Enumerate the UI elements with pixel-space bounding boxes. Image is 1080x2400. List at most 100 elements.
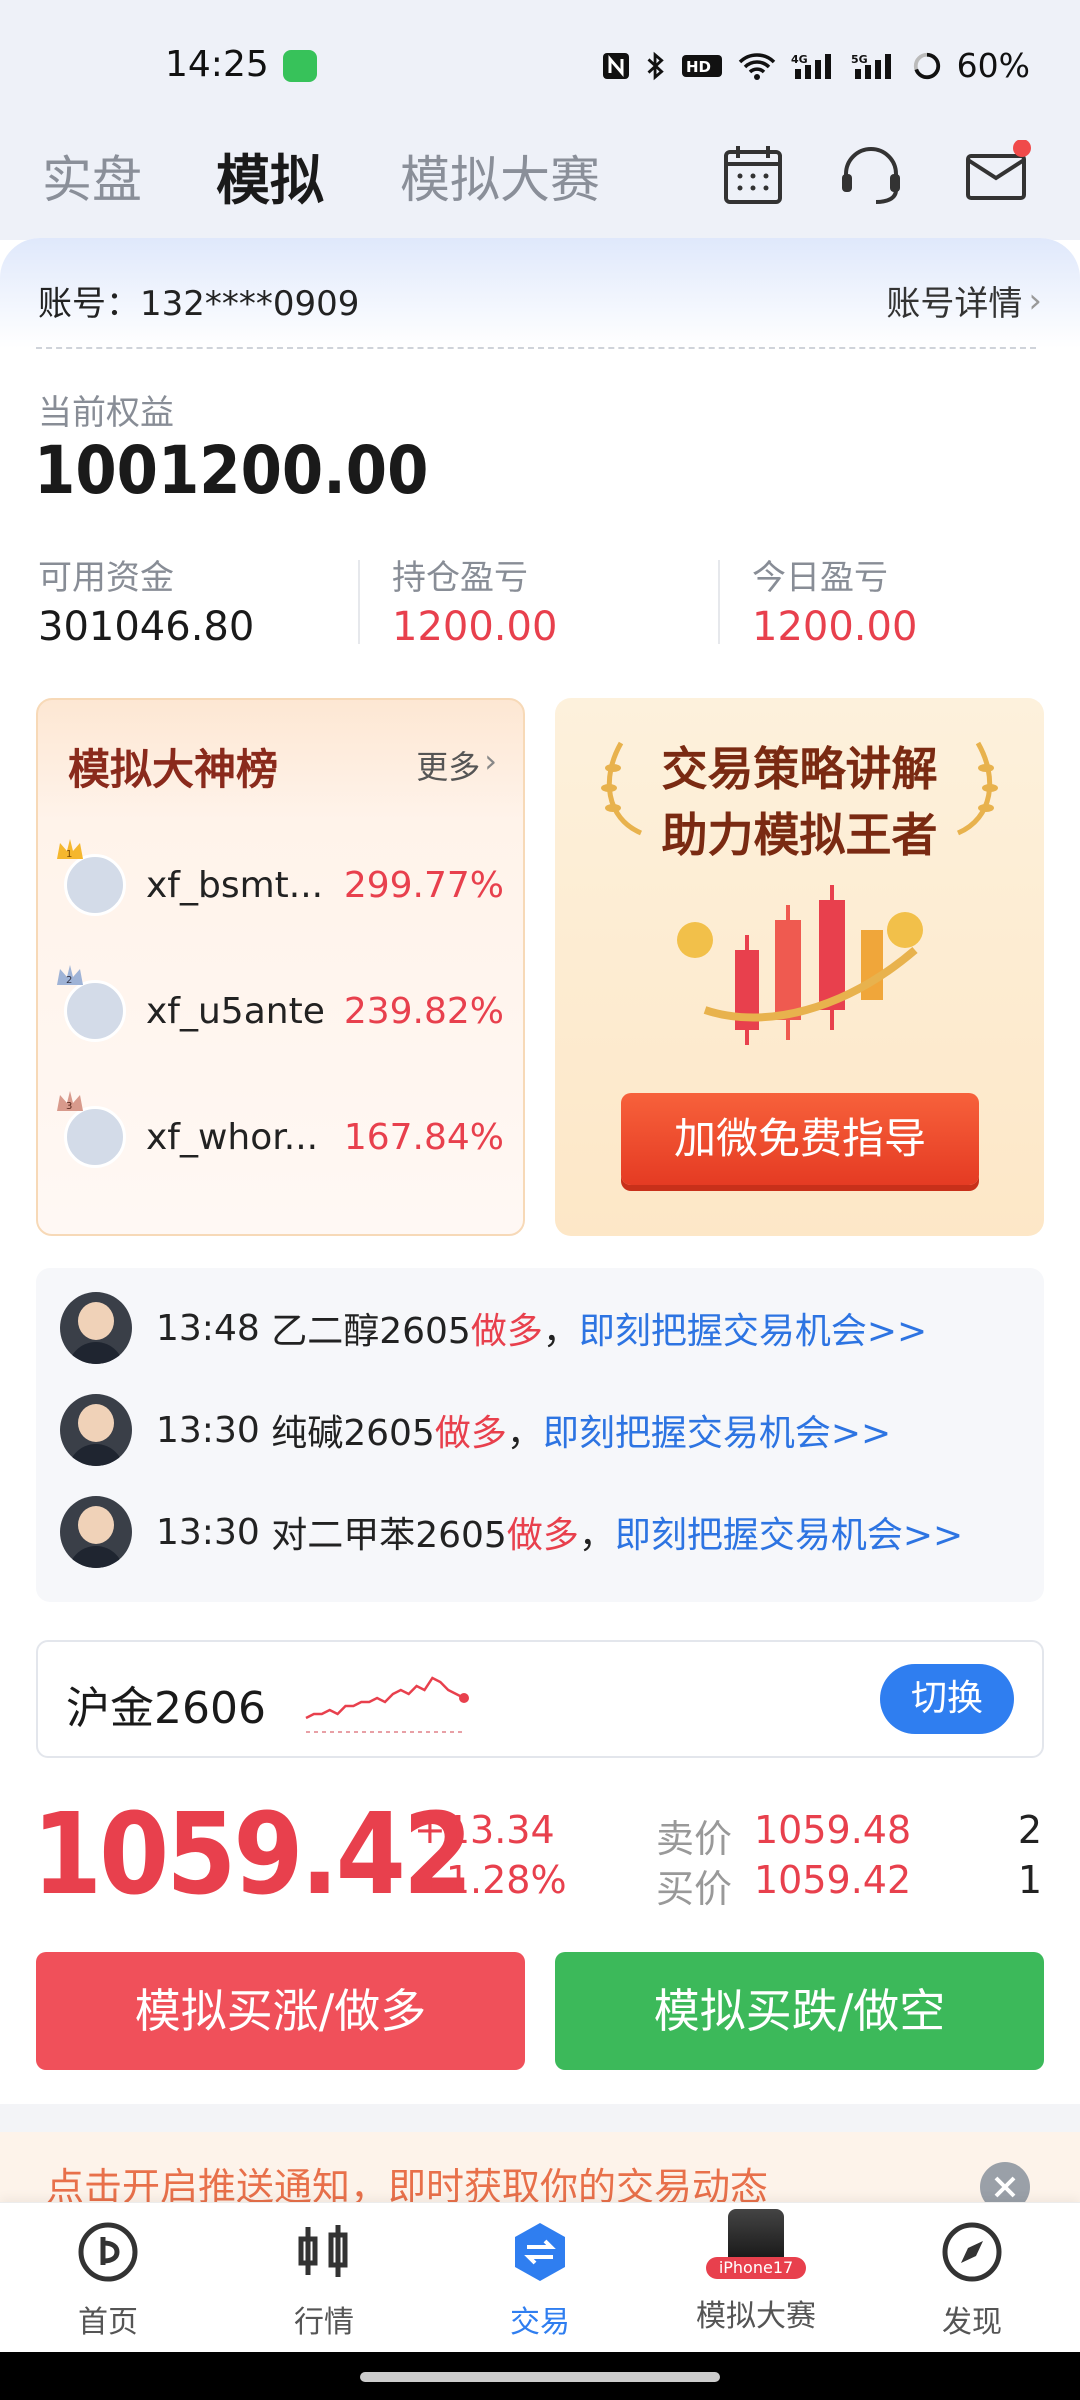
section-gap — [0, 2104, 1080, 2132]
candlestick-icon — [298, 2225, 348, 2277]
svg-text:HD: HD — [686, 58, 711, 76]
status-icons: HD 4G 5G 60% — [601, 46, 1030, 85]
avatar: 1 — [57, 839, 126, 916]
message-app-icon — [283, 50, 317, 82]
nav-contest[interactable]: iPhone17 模拟大赛 — [676, 2209, 836, 2335]
analyst-avatar — [60, 1496, 132, 1568]
equity-value: 1001200.00 — [34, 432, 429, 509]
leaderboard-more-link[interactable]: 更多 › — [416, 742, 497, 788]
avatar: 3 — [57, 1091, 126, 1168]
return-percent: 167.84% — [343, 1116, 504, 1158]
crown-silver-icon: 2 — [57, 965, 83, 986]
trade-icon — [515, 2223, 565, 2281]
news-time: 13:48 — [156, 1307, 260, 1349]
candlestick-illustration-icon — [677, 885, 923, 1045]
svg-text:3: 3 — [66, 1101, 72, 1112]
account-number: 账号：132****0909 — [38, 284, 360, 324]
price-change-percent: +1.28% — [414, 1858, 567, 1902]
price-change: +13.34 — [414, 1808, 555, 1852]
simulated-sell-short-button[interactable]: 模拟买跌/做空 — [555, 1952, 1044, 2070]
news-action: 做多 — [434, 1413, 507, 1454]
analyst-avatar — [60, 1292, 132, 1364]
switch-instrument-button[interactable]: 切换 — [880, 1664, 1014, 1734]
svg-text:1: 1 — [66, 849, 72, 860]
nav-market-label: 行情 — [294, 2305, 354, 2340]
promo-banner[interactable]: 交易策略讲解 助力模拟王者 加微免费指导 — [555, 698, 1044, 1236]
account-detail-link[interactable]: 账号详情 › — [886, 276, 1042, 325]
news-product: 乙二醇2605 — [271, 1311, 471, 1352]
news-item[interactable]: 13:30 对二甲苯2605 做多，即刻把握交易机会>> — [60, 1496, 963, 1568]
divider — [358, 560, 360, 644]
news-link[interactable]: 即刻把握交易机会>> — [543, 1404, 891, 1456]
crown-gold-icon: 1 — [57, 839, 83, 860]
home-icon — [78, 2222, 138, 2282]
push-notification-bar[interactable]: 点击开启推送通知，即时获取你的交易动态 — [0, 2132, 1080, 2202]
leaderboard-row[interactable]: 3 xf_whor... 167.84% — [57, 1091, 504, 1172]
iphone-badge: iPhone17 — [706, 2257, 806, 2279]
bluetooth-icon — [647, 51, 664, 80]
svg-text:2: 2 — [66, 975, 72, 986]
bid-price: 1059.42 — [754, 1858, 912, 1902]
push-notice-text: 点击开启推送通知，即时获取你的交易动态 — [46, 2165, 769, 2202]
news-link[interactable]: 即刻把握交易机会>> — [615, 1506, 963, 1558]
equity-label: 当前权益 — [38, 393, 174, 433]
nav-trade[interactable]: 交易 — [460, 2219, 620, 2341]
news-link[interactable]: 即刻把握交易机会>> — [579, 1302, 927, 1354]
news-time: 13:30 — [156, 1511, 260, 1553]
crown-bronze-icon: 3 — [57, 1091, 83, 1112]
available-funds-label: 可用资金 — [38, 558, 174, 598]
nfc-icon — [602, 52, 629, 79]
tab-simulated[interactable]: 模拟 — [216, 136, 324, 215]
status-time: 14:25 — [165, 44, 269, 85]
iphone-promo-icon: iPhone17 — [706, 2209, 806, 2283]
simulated-buy-long-button[interactable]: 模拟买涨/做多 — [36, 1952, 525, 2070]
signal-5g-icon: 5G — [851, 53, 891, 79]
last-price: 1059.42 — [32, 1790, 473, 1920]
calendar-icon[interactable] — [718, 140, 788, 210]
more-label: 更多 — [416, 748, 481, 786]
close-icon[interactable] — [980, 2162, 1030, 2202]
sparkline-last-point — [459, 1693, 469, 1703]
news-item[interactable]: 13:48 乙二醇2605 做多，即刻把握交易机会>> — [60, 1292, 927, 1364]
tab-real[interactable]: 实盘 — [42, 140, 142, 212]
divider — [36, 347, 1036, 349]
today-pnl-label: 今日盈亏 — [752, 558, 888, 598]
today-pnl-value: 1200.00 — [752, 604, 918, 650]
return-percent: 299.77% — [343, 864, 504, 906]
nav-market[interactable]: 行情 — [244, 2219, 404, 2341]
news-sep: ， — [542, 1311, 579, 1352]
bid-volume: 1 — [1017, 1858, 1042, 1902]
promo-cta-button[interactable]: 加微免费指导 — [621, 1093, 979, 1185]
position-pnl-label: 持仓盈亏 — [392, 558, 528, 598]
news-product: 对二甲苯2605 — [271, 1515, 507, 1556]
return-percent: 239.82% — [343, 990, 504, 1032]
chevron-right-icon: › — [1028, 280, 1042, 321]
user-name: xf_whor... — [146, 1116, 319, 1158]
news-item[interactable]: 13:30 纯碱2605 做多，即刻把握交易机会>> — [60, 1394, 891, 1466]
mail-icon[interactable] — [962, 140, 1032, 210]
avatar: 2 — [57, 965, 126, 1042]
analyst-avatar — [60, 1394, 132, 1466]
nav-discover[interactable]: 发现 — [892, 2219, 1052, 2341]
bottom-navigation: 首页 行情 交易 iPhone17 模拟大赛 发现 — [0, 2202, 1080, 2352]
promo-line-2: 助力模拟王者 — [661, 808, 938, 862]
battery-ring-icon — [913, 52, 940, 79]
hd-icon: HD — [681, 54, 722, 77]
signal-4g-icon: 4G — [791, 53, 831, 79]
gesture-bar[interactable] — [360, 2372, 720, 2382]
leaderboard-row[interactable]: 1 xf_bsmt... 299.77% — [57, 839, 504, 920]
wifi-icon — [738, 52, 775, 80]
tab-contest[interactable]: 模拟大赛 — [400, 140, 600, 212]
nav-contest-label: 模拟大赛 — [696, 2299, 816, 2334]
instrument-selector: 沪金2606 切换 — [36, 1640, 1044, 1758]
compass-icon — [942, 2222, 1002, 2282]
leaderboard-card[interactable]: 模拟大神榜 更多 › 1 xf_bsmt... 299.77% 2 xf_u5a… — [36, 698, 525, 1236]
nav-home[interactable]: 首页 — [28, 2219, 188, 2341]
nav-home-label: 首页 — [78, 2305, 138, 2340]
user-name: xf_u5ante — [146, 990, 325, 1032]
leaderboard-row[interactable]: 2 xf_u5ante 239.82% — [57, 965, 504, 1046]
nav-trade-label: 交易 — [510, 2305, 570, 2340]
customer-service-icon[interactable] — [836, 140, 906, 210]
promo-headline: 交易策略讲解 助力模拟王者 — [555, 736, 1044, 868]
available-funds-value: 301046.80 — [38, 604, 255, 650]
